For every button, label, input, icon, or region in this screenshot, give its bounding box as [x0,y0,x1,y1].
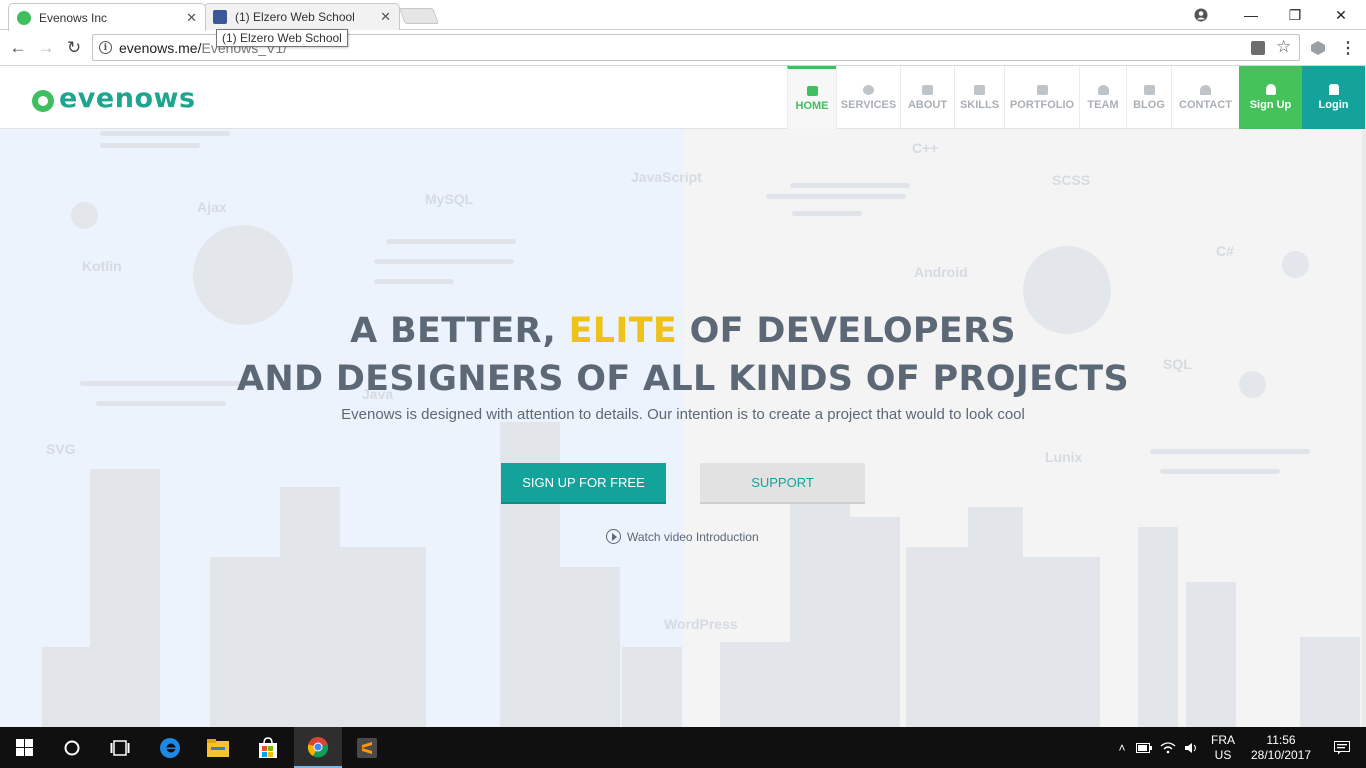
clock-date: 28/10/2017 [1250,747,1312,762]
tab-title: (1) Elzero Web School [235,10,355,24]
hero-content: A BETTER, ELITE OF DEVELOPERS AND DESIGN… [0,129,1366,727]
login-label: Login [1318,99,1349,111]
restore-button[interactable]: ❐ [1272,0,1318,30]
team-icon [1097,84,1109,95]
nav-item-home[interactable]: HOME [787,66,836,129]
language-indicator[interactable]: FRA US [1204,733,1242,763]
keyboard-layout: US [1214,747,1232,762]
tab-tooltip: (1) Elzero Web School [216,29,348,47]
lock-icon [1328,84,1339,95]
edge-browser-icon[interactable] [146,727,194,768]
cortana-search-icon[interactable] [48,727,96,768]
url-host: evenows.me/ [119,40,202,56]
watch-video-link[interactable]: Watch video Introduction [606,529,759,544]
close-tab-icon[interactable]: ✕ [380,9,391,25]
headline-text: OF DEVELOPERS [677,311,1016,351]
menu-icon[interactable]: ⋮ [1336,36,1360,60]
evenows-logo-icon [32,89,54,112]
close-window-button[interactable]: ✕ [1318,0,1364,30]
hero-headline-line2: AND DESIGNERS OF ALL KINDS OF PROJECTS [237,359,1129,399]
home-icon [806,86,818,96]
file-explorer-icon[interactable] [194,727,242,768]
profile-icon[interactable] [1178,0,1224,30]
chrome-icon[interactable] [294,727,342,768]
browser-toolbar: ← → ↻ i evenows.me/Evenows_V1/ ☆ ⋮ [0,30,1366,66]
headline-highlight: ELITE [568,311,678,351]
play-icon [606,529,621,544]
nav-label: TEAM [1087,98,1119,111]
wifi-icon[interactable] [1156,741,1180,754]
clock-time: 11:56 [1266,732,1296,747]
nav-label: BLOG [1133,98,1165,111]
list-icon [974,84,985,95]
minimize-button[interactable]: — [1228,0,1274,30]
facebook-favicon-icon [213,10,227,24]
hero-headline-line1: A BETTER, ELITE OF DEVELOPERS [0,311,1366,351]
start-button[interactable] [0,727,48,768]
site-info-icon[interactable]: i [99,41,112,54]
headline-text: A BETTER, [350,311,569,351]
language-code: FRA [1211,732,1235,747]
tab-evenows[interactable]: Evenows Inc ✕ [8,3,206,31]
sublime-text-icon[interactable] [343,727,391,768]
document-icon [922,84,933,95]
battery-icon[interactable] [1132,742,1156,753]
contact-icon [1200,84,1211,95]
hero-subtitle: Evenows is designed with attention to de… [341,406,1025,423]
nav-item-skills[interactable]: SKILLS [954,66,1004,129]
nav-signup-button[interactable]: Sign Up [1239,66,1302,129]
new-tab-button[interactable] [399,8,439,24]
nav-label: ABOUT [907,98,948,111]
show-hidden-icons-icon[interactable]: ˄ [1112,741,1132,755]
nav-item-contact[interactable]: CONTACT [1171,66,1239,129]
close-tab-icon[interactable]: ✕ [186,10,197,26]
nav-label: SKILLS [959,98,1000,111]
nav-label: PORTFOLIO [1009,98,1075,111]
logo-text: evenows [59,83,196,114]
reload-button[interactable]: ↻ [62,36,86,60]
nav-login-button[interactable]: Login [1302,66,1365,129]
blog-icon [1143,84,1155,95]
tab-title: Evenows Inc [39,10,108,25]
nav-item-portfolio[interactable]: PORTFOLIO [1004,66,1079,129]
support-button[interactable]: SUPPORT [700,463,865,504]
signup-label: Sign Up [1249,99,1292,111]
nav-label: SERVICES [840,98,897,111]
action-center-icon[interactable] [1320,740,1364,755]
extension-icon[interactable] [1306,36,1330,60]
site-header: evenows HOME SERVICES ABOUT SKILLS PORTF… [0,66,1366,129]
evenows-favicon-icon [17,10,31,25]
windows-taskbar: ˄ FRA US 11:56 28/10/2017 [0,727,1366,768]
main-nav: HOME SERVICES ABOUT SKILLS PORTFOLIO TEA… [787,66,1365,129]
nav-label: HOME [795,100,829,112]
page-scrollbar[interactable] [1362,129,1366,727]
nav-item-team[interactable]: TEAM [1079,66,1126,129]
user-icon [1265,84,1276,95]
task-view-icon[interactable] [96,727,144,768]
store-icon[interactable] [244,727,292,768]
hero-section: C++ JavaScript MySQL Ajax SCSS Kotlin An… [0,129,1366,727]
nav-item-services[interactable]: SERVICES [836,66,900,129]
clock[interactable]: 11:56 28/10/2017 [1242,733,1320,763]
briefcase-icon [1036,84,1048,95]
bookmark-star-icon[interactable]: ☆ [1276,37,1291,57]
back-button[interactable]: ← [6,36,30,60]
gear-icon [863,84,874,95]
watch-video-label: Watch video Introduction [627,529,759,544]
nav-label: CONTACT [1179,98,1232,111]
browser-tabstrip: Evenows Inc ✕ (1) Elzero Web School ✕ — … [0,0,1366,31]
nav-item-blog[interactable]: BLOG [1126,66,1171,129]
system-tray: ˄ FRA US 11:56 28/10/2017 [1112,727,1364,768]
nav-item-about[interactable]: ABOUT [900,66,954,129]
tab-elzero[interactable]: (1) Elzero Web School ✕ [204,3,400,30]
site-logo[interactable]: evenows [32,83,196,114]
translate-icon[interactable] [1251,41,1265,55]
sign-up-for-free-button[interactable]: SIGN UP FOR FREE [501,463,666,504]
forward-button[interactable]: → [34,36,58,60]
volume-icon[interactable] [1180,742,1204,754]
